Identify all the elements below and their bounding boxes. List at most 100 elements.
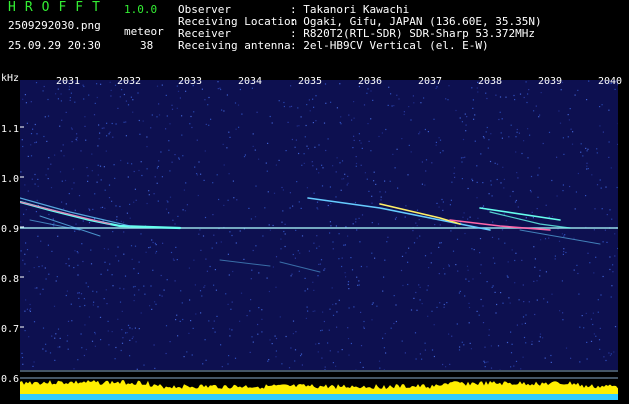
noise-speck	[546, 205, 547, 206]
noise-speck	[216, 290, 217, 291]
noise-speck	[117, 108, 118, 109]
noise-speck	[405, 352, 406, 353]
noise-speck	[139, 134, 140, 135]
noise-speck	[247, 315, 248, 316]
noise-speck	[36, 142, 37, 143]
noise-speck	[276, 350, 277, 351]
noise-speck	[150, 247, 151, 248]
noise-speck	[189, 123, 190, 124]
noise-speck	[215, 269, 216, 270]
noise-speck	[108, 249, 109, 250]
noise-speck	[372, 304, 373, 305]
noise-speck	[127, 332, 128, 333]
noise-speck	[93, 304, 94, 305]
noise-speck	[97, 145, 98, 146]
spectrogram	[20, 80, 618, 370]
noise-speck	[84, 298, 85, 299]
noise-speck	[450, 204, 451, 205]
noise-speck	[101, 179, 102, 180]
noise-speck	[602, 208, 603, 209]
noise-speck	[245, 154, 246, 155]
noise-speck	[451, 200, 452, 201]
noise-speck	[332, 304, 333, 305]
noise-speck	[270, 116, 271, 117]
noise-speck	[79, 292, 80, 293]
noise-speck	[100, 317, 101, 318]
year-tick: 2037	[418, 76, 442, 87]
noise-speck	[416, 358, 417, 359]
noise-speck	[533, 217, 534, 218]
noise-speck	[355, 219, 356, 220]
noise-speck	[525, 314, 526, 315]
noise-speck	[563, 137, 564, 138]
noise-speck	[88, 286, 89, 287]
noise-speck	[598, 312, 599, 313]
noise-speck	[308, 148, 309, 149]
noise-speck	[158, 201, 159, 202]
noise-speck	[513, 95, 514, 96]
noise-speck	[71, 304, 72, 305]
noise-speck	[255, 186, 256, 187]
noise-speck	[268, 191, 269, 192]
noise-speck	[415, 332, 416, 333]
noise-speck	[543, 298, 544, 299]
noise-speck	[392, 105, 393, 106]
noise-speck	[123, 222, 124, 223]
noise-speck	[86, 167, 87, 168]
noise-speck	[565, 252, 566, 253]
noise-speck	[337, 157, 338, 158]
noise-speck	[333, 362, 334, 363]
noise-speck	[132, 99, 133, 100]
noise-speck	[61, 202, 62, 203]
noise-speck	[119, 206, 120, 207]
noise-speck	[390, 181, 391, 182]
noise-speck	[485, 93, 486, 94]
noise-speck	[193, 328, 194, 329]
year-axis: 2031 2032 2033 2034 2035 2036 2037 2038 …	[20, 76, 618, 90]
noise-speck	[239, 321, 240, 322]
noise-speck	[368, 191, 369, 192]
noise-speck	[222, 366, 223, 367]
noise-speck	[25, 242, 26, 243]
noise-speck	[450, 230, 451, 231]
noise-speck	[86, 282, 87, 283]
noise-speck	[543, 143, 544, 144]
noise-speck	[481, 299, 482, 300]
noise-speck	[486, 131, 487, 132]
noise-speck	[312, 282, 313, 283]
noise-speck	[98, 174, 99, 175]
noise-speck	[68, 349, 69, 350]
noise-speck	[67, 335, 68, 336]
noise-speck	[125, 332, 126, 333]
noise-speck	[305, 136, 306, 137]
noise-speck	[293, 254, 294, 255]
noise-speck	[133, 336, 134, 337]
noise-speck	[359, 218, 360, 219]
noise-speck	[378, 223, 379, 224]
noise-speck	[76, 140, 77, 141]
noise-speck	[155, 243, 156, 244]
noise-speck	[86, 349, 87, 350]
noise-speck	[305, 278, 306, 279]
noise-speck	[233, 181, 234, 182]
noise-speck	[206, 124, 207, 125]
noise-speck	[106, 123, 107, 124]
noise-speck	[169, 170, 170, 171]
noise-speck	[196, 173, 197, 174]
noise-speck	[579, 361, 580, 362]
noise-speck	[48, 157, 49, 158]
noise-speck	[285, 233, 286, 234]
noise-speck	[84, 305, 85, 306]
noise-speck	[448, 264, 449, 265]
noise-speck	[397, 188, 398, 189]
noise-speck	[578, 173, 579, 174]
noise-speck	[462, 217, 463, 218]
noise-speck	[167, 201, 168, 202]
noise-speck	[205, 339, 206, 340]
noise-speck	[117, 319, 118, 320]
noise-speck	[417, 210, 418, 211]
noise-speck	[229, 173, 230, 174]
noise-speck	[108, 344, 109, 345]
noise-speck	[212, 248, 213, 249]
noise-speck	[70, 100, 71, 101]
